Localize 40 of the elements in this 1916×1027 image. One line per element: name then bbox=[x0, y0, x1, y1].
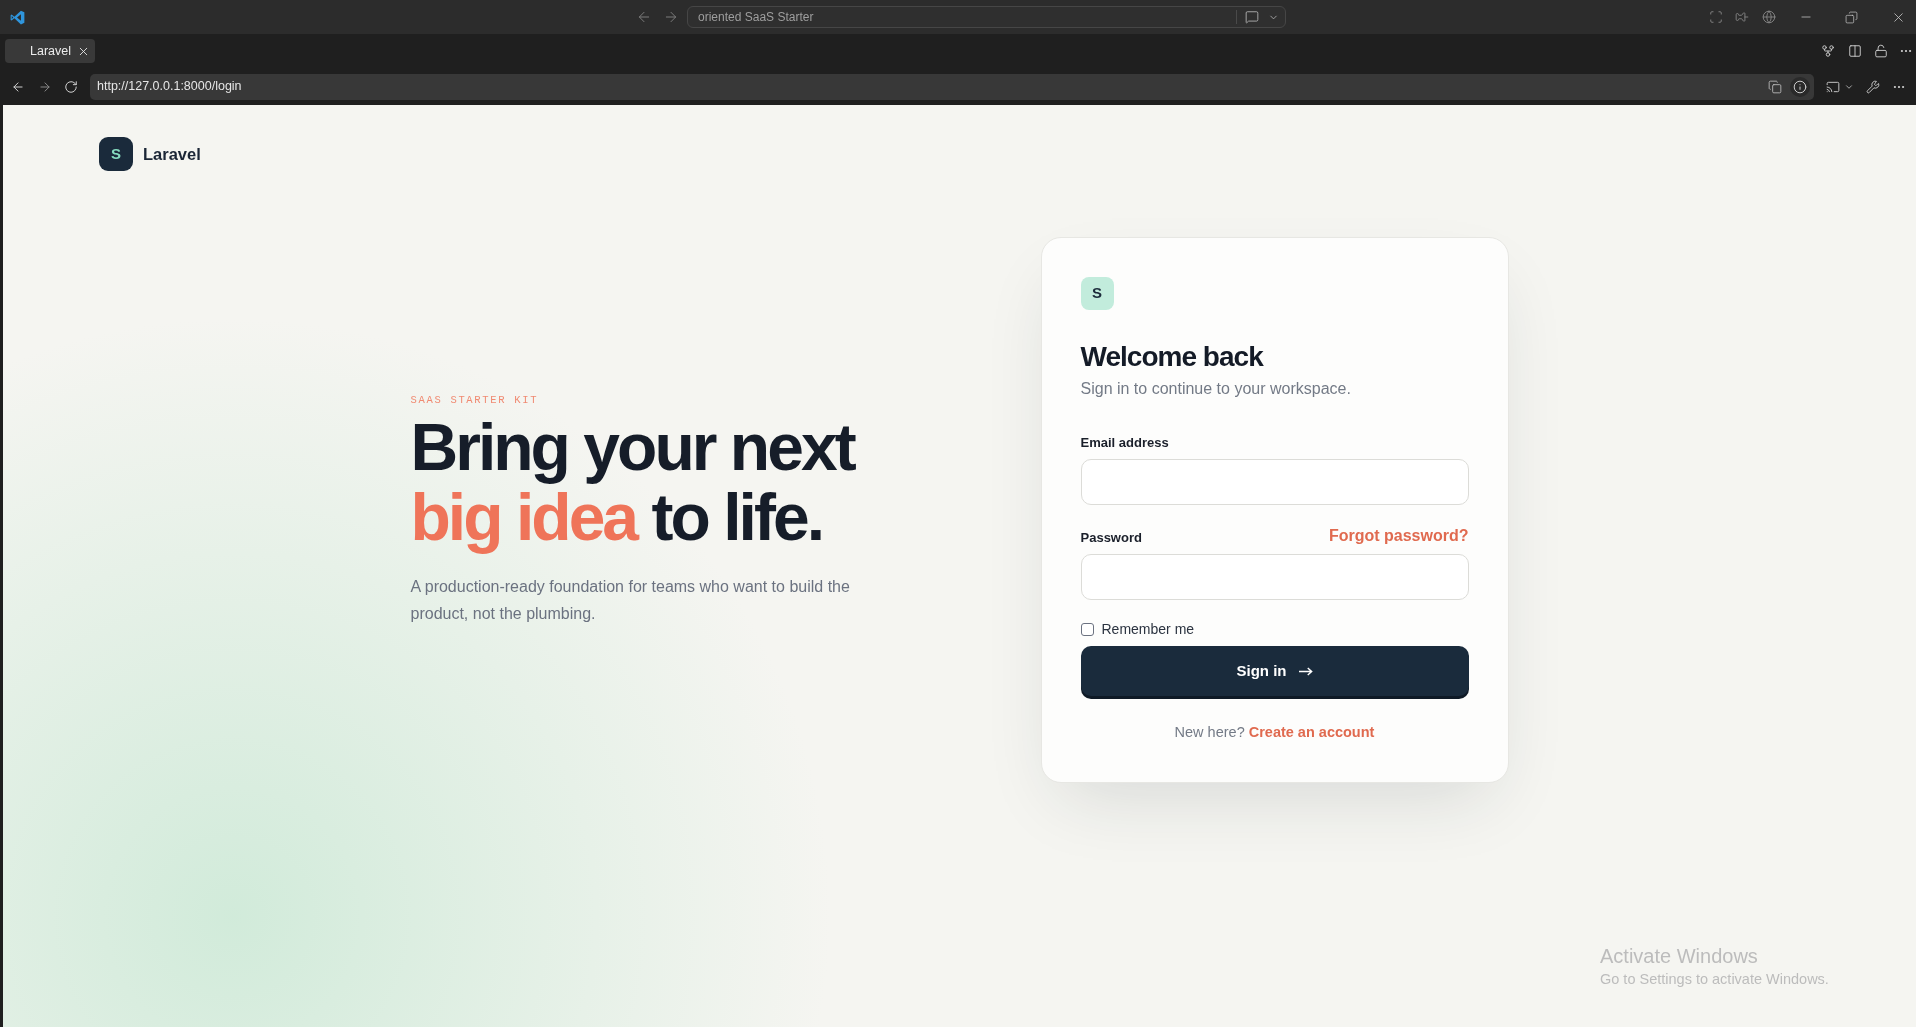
logo-mark: S bbox=[1080, 277, 1114, 310]
input-field[interactable] bbox=[1080, 554, 1469, 600]
url-text: http://127.0.0.1:8000/login bbox=[96, 78, 242, 96]
fullscreen-icon[interactable] bbox=[1709, 10, 1723, 24]
address-field[interactable]: http://127.0.0.1:8000/login bbox=[90, 73, 1814, 100]
cast-icon[interactable] bbox=[1826, 79, 1840, 94]
sign-in-button[interactable]: Sign in bbox=[1080, 646, 1469, 696]
activation-message: Go to Settings to activate Windows. bbox=[1600, 970, 1829, 989]
restore-icon[interactable] bbox=[1845, 10, 1858, 24]
headline: Bring your next big idea to life. bbox=[410, 412, 856, 553]
forward-arrow-icon[interactable] bbox=[38, 79, 52, 94]
remember-checkbox[interactable] bbox=[1080, 622, 1094, 636]
back-arrow-icon[interactable] bbox=[11, 79, 25, 94]
fork-icon[interactable] bbox=[1821, 44, 1835, 58]
globe-icon[interactable] bbox=[1762, 10, 1776, 24]
split-view-icon[interactable] bbox=[1848, 44, 1862, 58]
window-title: oriented SaaS Starter bbox=[697, 9, 814, 26]
brand-name[interactable]: Laravel bbox=[143, 141, 201, 167]
windows-icon[interactable] bbox=[1768, 79, 1782, 94]
unlock-icon[interactable] bbox=[1874, 44, 1888, 58]
command-center-field[interactable]: oriented SaaS Starter bbox=[687, 6, 1286, 28]
field-label: Password bbox=[1080, 529, 1142, 547]
eyebrow-label: SAAS STARTER KIT bbox=[410, 392, 539, 408]
card-title: Welcome back bbox=[1080, 340, 1265, 374]
arrow-right-icon bbox=[1298, 666, 1313, 676]
chat-icon[interactable] bbox=[1245, 10, 1259, 24]
pin-icon[interactable] bbox=[1735, 10, 1749, 24]
tools-icon[interactable] bbox=[1866, 79, 1880, 94]
remember-me-label: Remember me bbox=[1101, 619, 1195, 639]
input-field[interactable] bbox=[1080, 459, 1469, 505]
activation-title: Activate Windows bbox=[1600, 944, 1759, 969]
reload-icon[interactable] bbox=[64, 79, 78, 94]
code-editor-logo-icon[interactable] bbox=[10, 9, 25, 25]
browser-tab[interactable]: Laravel bbox=[5, 39, 95, 63]
field-label: Email address bbox=[1080, 434, 1169, 452]
info-icon[interactable] bbox=[1790, 76, 1810, 97]
card-subtitle: Sign in to continue to your workspace. bbox=[1080, 379, 1352, 399]
hero-description: A production-ready foundation for teams who want to build the product, not the plumbing. bbox=[410, 577, 851, 625]
brand-logo-mark[interactable]: S bbox=[99, 137, 133, 171]
signup-prompt: New here? bbox=[1174, 723, 1245, 743]
